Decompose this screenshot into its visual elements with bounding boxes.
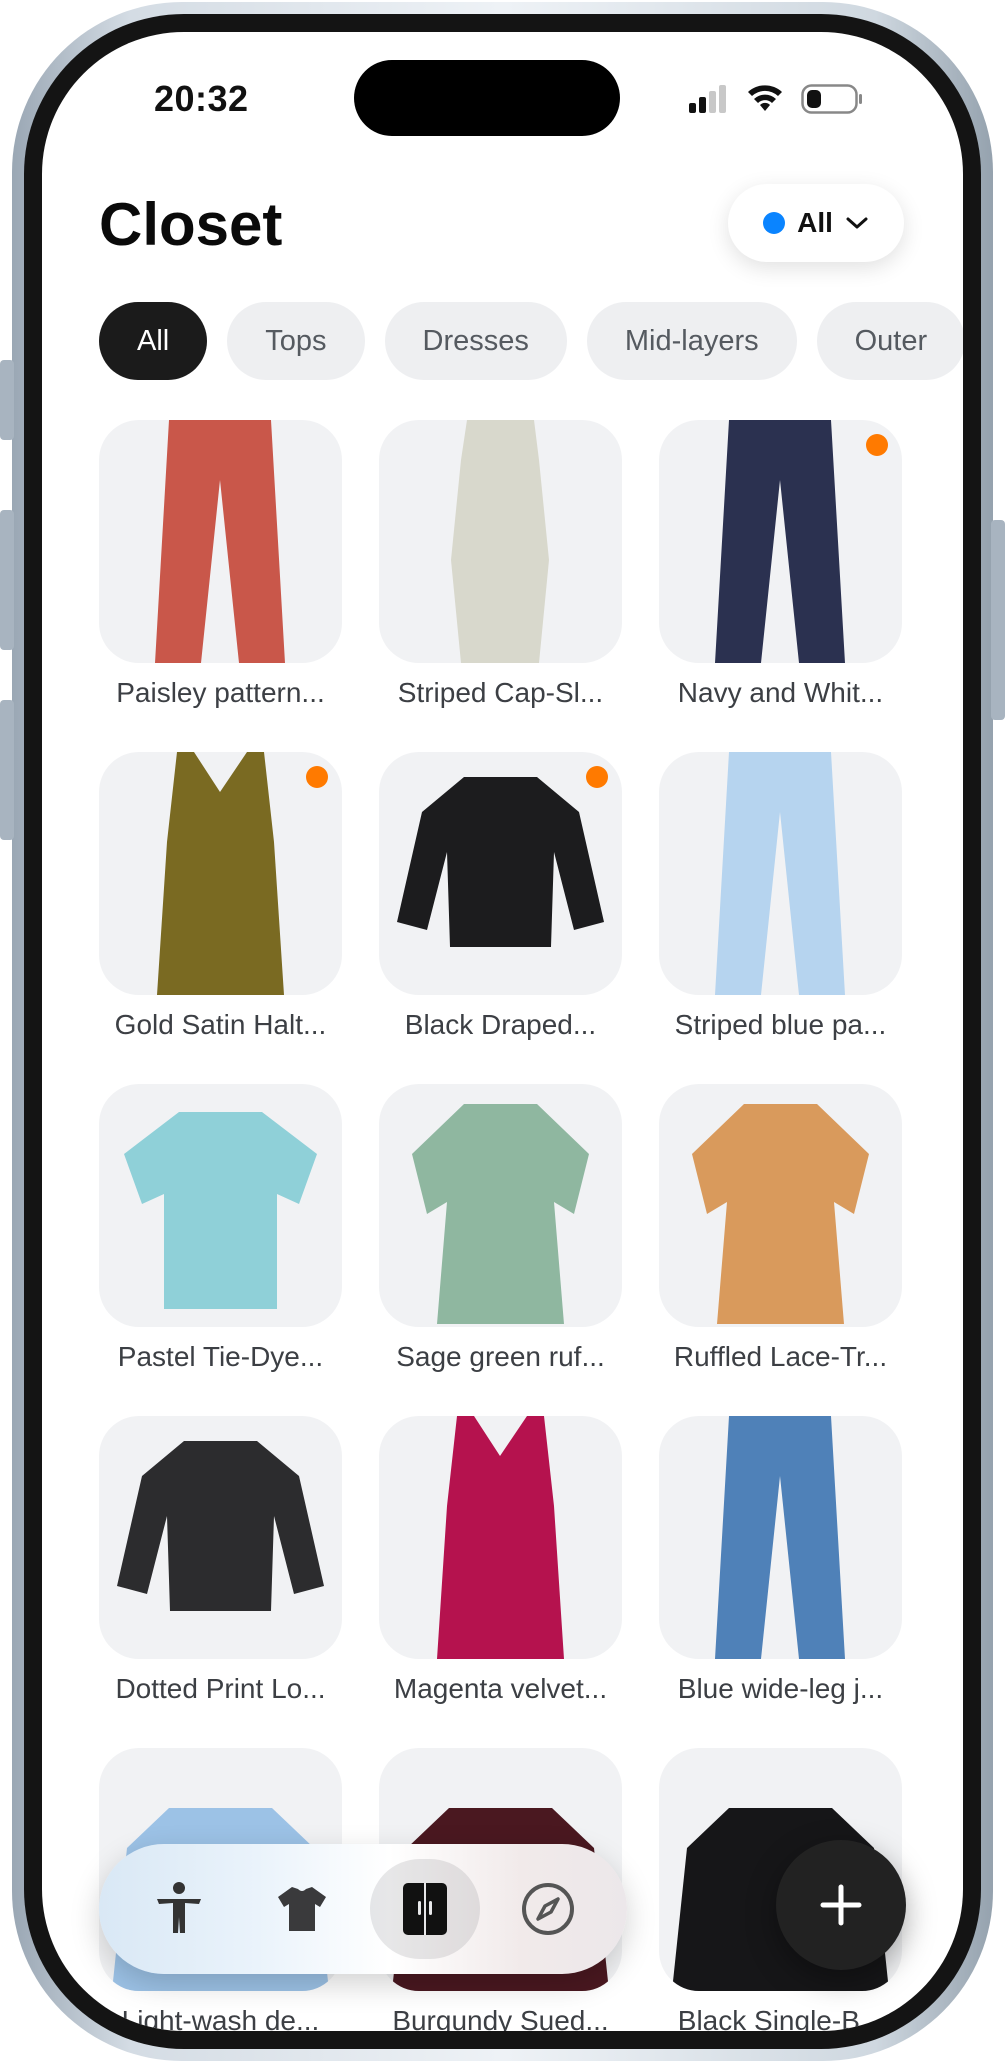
dynamic-island xyxy=(354,60,620,136)
filter-dot-icon xyxy=(763,212,786,234)
closet-item-card[interactable]: Sage green ruf... xyxy=(379,1084,622,1416)
closet-item-card[interactable]: Striped Cap-Sl... xyxy=(379,420,622,752)
closet-item-card[interactable]: Pastel Tie-Dye... xyxy=(99,1084,342,1416)
tank-image xyxy=(437,1416,564,1659)
dress-image xyxy=(451,420,549,663)
battery-icon xyxy=(801,84,862,114)
mute-switch xyxy=(0,360,14,440)
item-thumbnail xyxy=(99,420,342,663)
item-thumbnail xyxy=(659,420,902,663)
item-label: Dotted Print Lo... xyxy=(115,1673,326,1704)
tank-image xyxy=(157,752,284,995)
item-thumbnail xyxy=(379,1084,622,1327)
screen: 20:32 Closet All All Tops Dresses Mid-layer… xyxy=(42,32,963,2031)
item-thumbnail xyxy=(659,1084,902,1327)
item-label: Black Single-B... xyxy=(677,2005,884,2031)
closet-item-card[interactable]: Blue wide-leg j... xyxy=(659,1416,902,1748)
new-indicator-dot xyxy=(586,766,608,788)
chevron-down-icon xyxy=(846,217,868,229)
item-label: Ruffled Lace-Tr... xyxy=(673,1341,888,1372)
signal-icon xyxy=(689,85,726,113)
closet-item-card[interactable]: Paisley pattern... xyxy=(99,420,342,752)
item-label: Striped blue pa... xyxy=(674,1009,887,1040)
tab-closet[interactable] xyxy=(369,1859,480,1959)
tab-person[interactable] xyxy=(124,1859,234,1959)
item-label: Navy and Whit... xyxy=(677,677,884,708)
item-label: Striped Cap-Sl... xyxy=(397,677,604,708)
compass-icon xyxy=(521,1883,574,1935)
item-thumbnail xyxy=(659,752,902,995)
item-label: Paisley pattern... xyxy=(116,677,325,708)
longsleeve-image xyxy=(397,777,604,947)
item-label: Blue wide-leg j... xyxy=(677,1673,884,1704)
chip-mid-layers[interactable]: Mid-layers xyxy=(586,302,797,380)
new-indicator-dot xyxy=(866,434,888,456)
item-label: Sage green ruf... xyxy=(396,1341,605,1372)
closet-item-card[interactable]: Navy and Whit... xyxy=(659,420,902,752)
item-thumbnail xyxy=(379,420,622,663)
volume-down-button xyxy=(0,700,14,840)
tab-clothes[interactable] xyxy=(247,1859,357,1959)
item-thumbnail xyxy=(99,752,342,995)
add-item-button[interactable] xyxy=(776,1840,906,1970)
new-indicator-dot xyxy=(306,766,328,788)
closet-item-card[interactable]: Gold Satin Halt... xyxy=(99,752,342,1084)
pants-image xyxy=(715,420,845,663)
closet-item-card[interactable]: Ruffled Lace-Tr... xyxy=(659,1084,902,1416)
item-thumbnail xyxy=(99,1416,342,1659)
pants-image xyxy=(155,420,285,663)
closet-item-card[interactable]: Black Draped... xyxy=(379,752,622,1084)
closet-grid: Paisley pattern... Striped Cap-Sl... Navy … xyxy=(99,420,902,2031)
pants-image xyxy=(715,1416,845,1659)
blouse-image xyxy=(692,1104,869,1324)
item-thumbnail xyxy=(379,752,622,995)
item-label: Burgundy Sued... xyxy=(392,2005,609,2031)
tab-bar xyxy=(99,1844,627,1974)
status-icons xyxy=(689,84,863,114)
person-icon xyxy=(156,1882,201,1933)
item-label: Pastel Tie-Dye... xyxy=(117,1341,324,1372)
chip-dresses[interactable]: Dresses xyxy=(384,302,567,380)
closet-item-card[interactable]: Magenta velvet... xyxy=(379,1416,622,1748)
pants-image xyxy=(715,752,845,995)
item-thumbnail xyxy=(99,1084,342,1327)
closet-item-card[interactable]: Striped blue pa... xyxy=(659,752,902,1084)
item-thumbnail xyxy=(379,1416,622,1659)
item-label: Black Draped... xyxy=(404,1009,597,1040)
volume-up-button xyxy=(0,510,14,650)
filter-label: All xyxy=(797,207,833,238)
blouse-image xyxy=(412,1104,589,1324)
item-label: Magenta velvet... xyxy=(393,1673,608,1704)
category-chips: All Tops Dresses Mid-layers Outer xyxy=(99,302,963,380)
closet-item-card[interactable]: Dotted Print Lo... xyxy=(99,1416,342,1748)
tab-explore[interactable] xyxy=(493,1859,603,1959)
filter-dropdown[interactable]: All xyxy=(728,184,904,262)
wifi-icon xyxy=(748,85,782,111)
item-thumbnail xyxy=(659,1416,902,1659)
plus-icon xyxy=(820,1884,862,1926)
page-title: Closet xyxy=(99,191,283,258)
power-button xyxy=(991,520,1005,720)
longsleeve-image xyxy=(117,1441,324,1611)
item-label: Light-wash de... xyxy=(121,2005,320,2031)
chip-all[interactable]: All xyxy=(99,302,208,380)
chip-outer[interactable]: Outer xyxy=(816,302,963,380)
tshirt-icon xyxy=(277,1887,326,1931)
item-label: Gold Satin Halt... xyxy=(114,1009,327,1040)
closet-icon xyxy=(402,1883,447,1935)
shirt-image xyxy=(124,1112,317,1309)
chip-tops[interactable]: Tops xyxy=(227,302,365,380)
status-time: 20:32 xyxy=(154,78,249,119)
